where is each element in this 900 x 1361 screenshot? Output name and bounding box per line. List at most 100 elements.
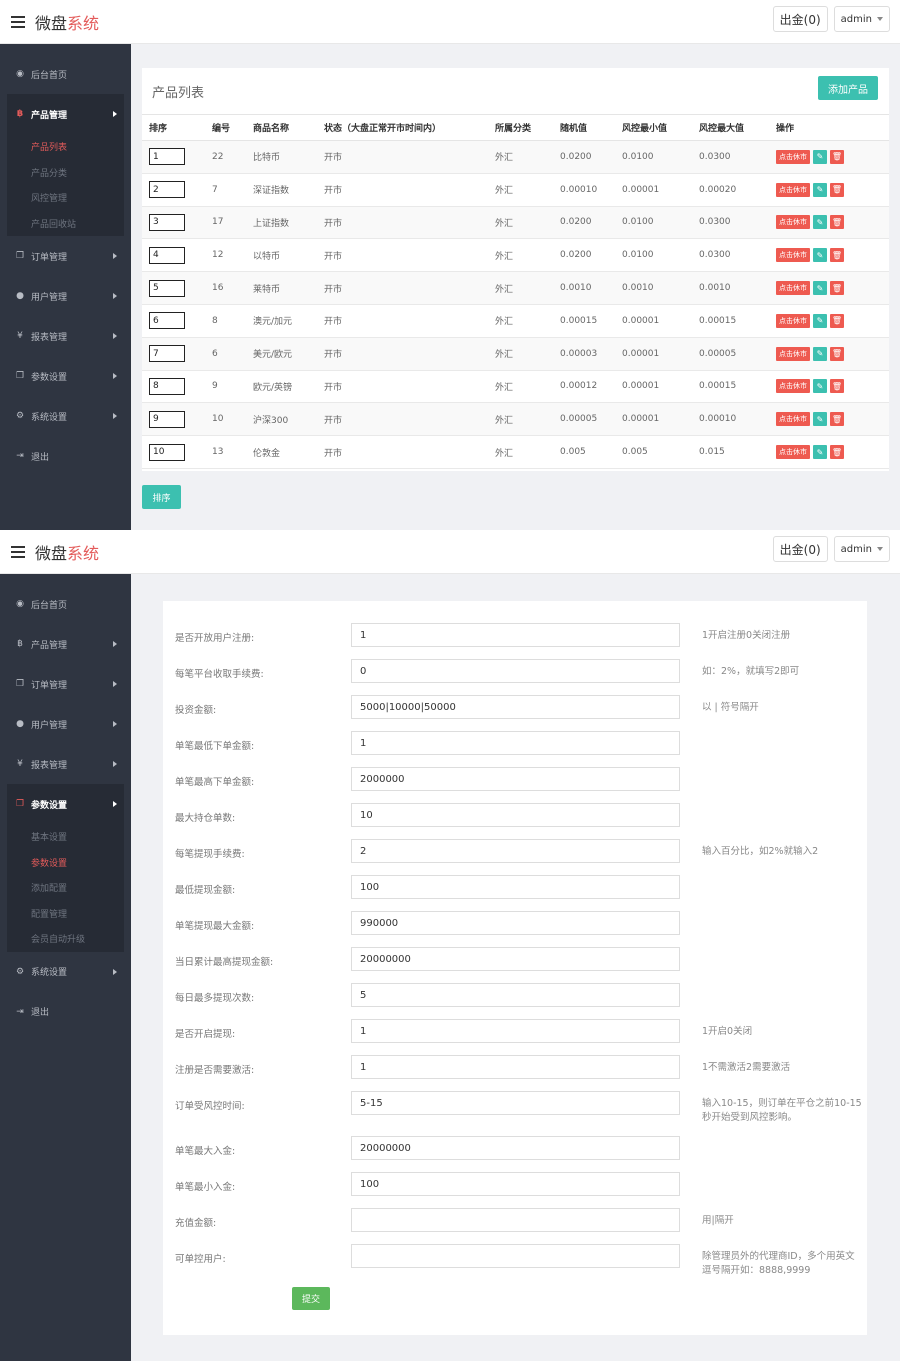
field-input[interactable]: 1 [351,731,680,755]
field-input[interactable]: 990000 [351,911,680,935]
risk-max-cell: 0.00020 [692,173,769,207]
trash-icon[interactable]: 🗑 [830,215,844,230]
sort-order-input[interactable] [149,443,185,461]
field-input[interactable]: 0 [351,659,680,683]
trash-icon[interactable]: 🗑 [830,281,844,296]
field-input[interactable]: 10 [351,803,680,827]
trash-icon[interactable]: 🗑 [830,149,844,164]
sidebar-item-user[interactable]: ● 用户管理 [0,704,131,744]
pencil-icon[interactable]: ✎ [813,379,827,394]
sidebar-item-system[interactable]: ⚙ 系统设置 [0,396,131,436]
trash-icon[interactable]: 🗑 [830,412,844,427]
close-market-button[interactable]: 点击休市 [776,215,810,230]
trash-icon[interactable]: 🗑 [830,445,844,460]
close-market-button[interactable]: 点击休市 [776,346,810,361]
pencil-icon[interactable]: ✎ [813,412,827,427]
sort-order-input[interactable] [149,312,185,330]
sidebar-item-user[interactable]: ● 用户管理 [0,276,131,316]
sidebar-sub-member-upgrade[interactable]: 会员自动升级 [7,926,124,952]
sidebar-item-product[interactable]: ฿产品管理 [7,94,124,134]
sort-order-input[interactable] [149,213,185,231]
close-market-button[interactable]: 点击休市 [776,182,810,197]
trash-icon[interactable]: 🗑 [830,379,844,394]
sidebar-sub-product-category[interactable]: 产品分类 [7,160,124,186]
trash-icon[interactable]: 🗑 [830,313,844,328]
sort-cell [142,402,205,437]
close-market-button[interactable]: 点击休市 [776,281,810,296]
field-input[interactable]: 1 [351,1055,680,1079]
admin-menu[interactable]: admin [833,536,890,562]
sort-order-input[interactable] [149,377,185,395]
close-market-button[interactable]: 点击休市 [776,248,810,263]
sort-order-input[interactable] [149,279,185,297]
close-market-button[interactable]: 点击休市 [776,445,810,460]
field-hint: 输入百分比，如2%就输入2 [702,846,819,857]
menu-icon[interactable] [11,545,25,558]
add-product-button[interactable]: 添加产品 [818,76,878,100]
field-input[interactable]: 1 [351,1019,680,1043]
sidebar-item-logout[interactable]: ⇥ 退出 [0,992,131,1032]
field-input[interactable]: 20000000 [351,947,680,971]
field-input[interactable] [351,1244,680,1268]
top-bar: 微盘系统 出金(0) admin [0,530,900,574]
sort-order-input[interactable] [149,148,185,166]
sidebar-item-logout[interactable]: ⇥ 退出 [0,436,131,476]
field-input[interactable]: 20000000 [351,1136,680,1160]
field-input[interactable]: 1 [351,623,680,647]
sidebar-item-system[interactable]: ⚙ 系统设置 [0,952,131,992]
sidebar-item-dashboard[interactable]: ◉ 后台首页 [0,584,131,624]
field-input[interactable]: 5 [351,983,680,1007]
field-input[interactable]: 5-15 [351,1091,680,1115]
trash-icon[interactable]: 🗑 [830,248,844,263]
sidebar-item-params[interactable]: ❐ 参数设置 [0,356,131,396]
admin-menu[interactable]: admin [833,6,890,32]
field-input[interactable] [351,1208,680,1232]
pencil-icon[interactable]: ✎ [813,215,827,230]
sidebar-sub-param-settings[interactable]: 参数设置 [7,850,124,876]
submit-button[interactable]: 提交 [292,1287,330,1310]
pencil-icon[interactable]: ✎ [813,346,827,361]
sort-button[interactable]: 排序 [142,485,181,509]
pencil-icon[interactable]: ✎ [813,281,827,296]
sidebar-sub-product-list[interactable]: 产品列表 [7,134,124,160]
sidebar-item-dashboard[interactable]: ◉ 后台首页 [0,54,131,94]
pencil-icon[interactable]: ✎ [813,445,827,460]
trash-icon[interactable]: 🗑 [830,346,844,361]
risk-max-cell: 0.015 [692,435,769,469]
column-header: 状态（大盘正常开市时间内） [317,114,488,141]
field-input[interactable]: 5000|10000|50000 [351,695,680,719]
sidebar-item-order[interactable]: ❐ 订单管理 [0,236,131,276]
close-market-button[interactable]: 点击休市 [776,412,810,427]
pencil-icon[interactable]: ✎ [813,182,827,197]
close-market-button[interactable]: 点击休市 [776,379,810,394]
sidebar-sub-basic-settings[interactable]: 基本设置 [7,824,124,850]
menu-icon[interactable] [11,15,25,28]
sidebar-sub-add-config[interactable]: 添加配置 [7,875,124,901]
sidebar-sub-config-manage[interactable]: 配置管理 [7,901,124,927]
withdraw-button[interactable]: 出金(0) [772,6,828,32]
trash-icon[interactable]: 🗑 [830,182,844,197]
pencil-icon[interactable]: ✎ [813,149,827,164]
random-cell: 0.0200 [553,206,615,240]
sidebar-item-report[interactable]: ¥ 报表管理 [0,316,131,356]
field-input[interactable]: 2000000 [351,767,680,791]
sort-order-input[interactable] [149,246,185,264]
field-input[interactable]: 100 [351,875,680,899]
close-market-button[interactable]: 点击休市 [776,313,810,328]
sidebar-sub-recycle-bin[interactable]: 产品回收站 [7,211,124,237]
sort-order-input[interactable] [149,410,185,428]
risk-min-cell: 0.0100 [615,206,692,240]
sidebar-item-report[interactable]: ¥ 报表管理 [0,744,131,784]
pencil-icon[interactable]: ✎ [813,313,827,328]
pencil-icon[interactable]: ✎ [813,248,827,263]
sort-order-input[interactable] [149,181,185,199]
close-market-button[interactable]: 点击休市 [776,149,810,164]
sidebar-item-product[interactable]: ฿产品管理 [0,624,131,664]
sidebar-sub-risk-control[interactable]: 风控管理 [7,185,124,211]
sidebar-item-order[interactable]: ❐ 订单管理 [0,664,131,704]
field-input[interactable]: 100 [351,1172,680,1196]
sidebar-item-params[interactable]: ❐ 参数设置 [7,784,124,824]
field-input[interactable]: 2 [351,839,680,863]
sort-order-input[interactable] [149,345,185,363]
withdraw-button[interactable]: 出金(0) [772,536,828,562]
